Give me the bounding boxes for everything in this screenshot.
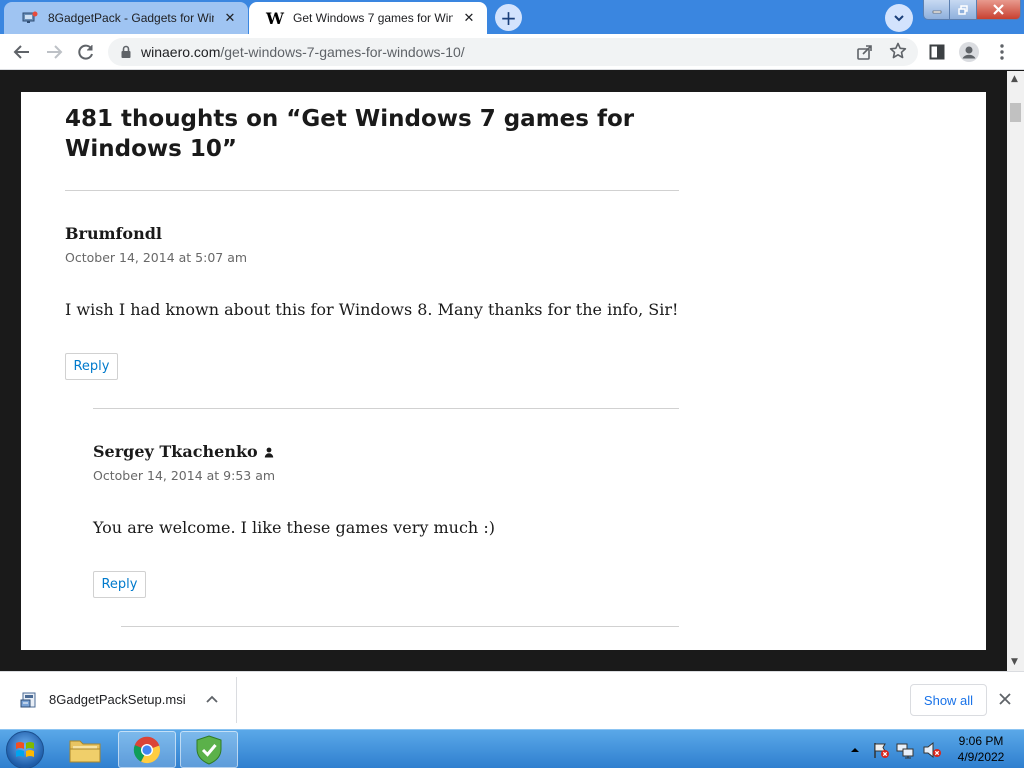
download-file-name[interactable]: 8GadgetPackSetup.msi (49, 692, 186, 707)
menu-button[interactable] (992, 42, 1012, 62)
gadget-icon (22, 10, 38, 26)
comment-date[interactable]: October 14, 2014 at 5:07 am (65, 250, 247, 265)
divider (236, 677, 237, 723)
tab-strip: 8GadgetPack - Gadgets for Windows ✕ W Ge… (0, 0, 1024, 34)
taskbar-explorer[interactable] (56, 731, 114, 768)
bookmark-star-icon[interactable] (889, 42, 907, 60)
volume-muted-icon[interactable] (922, 741, 942, 759)
chrome-icon (133, 736, 161, 763)
action-center-flag-icon[interactable] (872, 741, 890, 759)
window-controls (923, 0, 1021, 20)
close-window-button[interactable] (976, 0, 1020, 19)
share-icon[interactable] (856, 43, 874, 61)
page-viewport: 481 thoughts on “Get Windows 7 games for… (0, 71, 1007, 671)
explorer-folder-icon (69, 740, 101, 762)
side-panel-icon (929, 44, 945, 60)
reload-icon (78, 44, 93, 60)
comments-heading: 481 thoughts on “Get Windows 7 games for… (65, 106, 635, 162)
network-icon[interactable] (896, 741, 916, 759)
restore-button[interactable] (950, 0, 977, 19)
clock-date: 4/9/2022 (957, 750, 1005, 764)
chevron-up-icon[interactable] (205, 693, 219, 707)
reply-button[interactable]: Reply (93, 571, 146, 598)
tab-8gadgetpack[interactable]: 8GadgetPack - Gadgets for Windows ✕ (4, 2, 248, 34)
new-tab-button[interactable]: + (495, 4, 522, 31)
back-arrow-icon (13, 45, 29, 59)
person-icon (264, 447, 273, 458)
minimize-button[interactable] (924, 0, 951, 19)
chevron-down-icon (894, 15, 904, 22)
lock-icon (121, 45, 131, 58)
tab-title: Get Windows 7 games for Windows 10 (293, 11, 453, 25)
tab-winaero[interactable]: W Get Windows 7 games for Windows 10 ✕ (249, 2, 487, 34)
page-scrollbar[interactable]: ▲ ▼ (1007, 71, 1024, 671)
clock-time: 9:06 PM (958, 734, 1004, 748)
divider (93, 408, 679, 409)
url-text: winaero.com/get-windows-7-games-for-wind… (141, 44, 465, 60)
address-bar[interactable]: winaero.com/get-windows-7-games-for-wind… (108, 38, 918, 66)
tab-search-button[interactable] (885, 4, 913, 32)
windows-taskbar: 9:06 PM 4/9/2022 (0, 729, 1024, 768)
shield-check-icon (196, 734, 222, 765)
comment-author[interactable]: Sergey Tkachenko (93, 442, 274, 461)
close-icon (993, 4, 1004, 15)
comment-author[interactable]: Brumfondl (65, 224, 162, 243)
taskbar-chrome[interactable] (118, 731, 176, 768)
forward-button[interactable] (44, 42, 64, 62)
msi-installer-icon (20, 692, 36, 708)
browser-toolbar: winaero.com/get-windows-7-games-for-wind… (0, 34, 1024, 70)
start-button[interactable] (6, 731, 44, 768)
comment-date[interactable]: October 14, 2014 at 9:53 am (93, 468, 275, 483)
close-icon[interactable] (998, 692, 1012, 706)
system-tray (850, 730, 942, 768)
divider (121, 626, 679, 627)
show-all-button[interactable]: Show all (910, 684, 987, 716)
winaero-w-icon: W (266, 8, 284, 28)
show-hidden-icons-icon[interactable] (850, 745, 860, 755)
minimize-icon (932, 10, 941, 13)
scrollbar-thumb[interactable] (1010, 103, 1021, 122)
windows-logo-icon (16, 742, 34, 757)
close-tab-icon[interactable]: ✕ (461, 10, 477, 26)
three-dot-menu-icon (1000, 44, 1004, 60)
scroll-down-arrow-icon[interactable]: ▼ (1011, 657, 1018, 667)
avatar-icon (959, 42, 979, 62)
taskbar-clock[interactable]: 9:06 PM 4/9/2022 (950, 733, 1012, 765)
tab-title: 8GadgetPack - Gadgets for Windows (48, 11, 214, 25)
page-content: 481 thoughts on “Get Windows 7 games for… (21, 92, 986, 650)
side-panel-button[interactable] (927, 42, 947, 62)
close-tab-icon[interactable]: ✕ (222, 10, 238, 26)
divider (65, 190, 679, 191)
download-shelf: 8GadgetPackSetup.msi Show all (0, 671, 1024, 729)
back-button[interactable] (12, 42, 32, 62)
taskbar-security-app[interactable] (180, 731, 238, 768)
reload-button[interactable] (76, 42, 96, 62)
forward-arrow-icon (47, 45, 63, 59)
reply-button[interactable]: Reply (65, 353, 118, 380)
restore-icon (958, 4, 968, 15)
comment-text: I wish I had known about this for Window… (65, 300, 679, 319)
scroll-up-arrow-icon[interactable]: ▲ (1011, 74, 1018, 84)
profile-button[interactable] (959, 42, 979, 62)
comment-text: You are welcome. I like these games very… (93, 518, 495, 537)
